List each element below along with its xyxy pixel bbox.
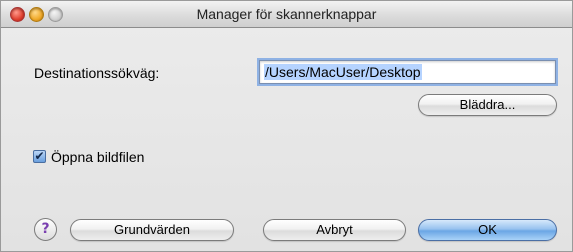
- open-file-label[interactable]: Öppna bildfilen: [51, 149, 144, 165]
- destination-path-input[interactable]: /Users/MacUser/Desktop: [259, 60, 556, 84]
- help-icon[interactable]: ?: [34, 218, 57, 241]
- window-title: Manager för skannerknappar: [196, 6, 377, 22]
- open-file-checkbox[interactable]: ✔: [33, 150, 46, 163]
- ok-button[interactable]: OK: [418, 219, 557, 241]
- cancel-button[interactable]: Avbryt: [263, 219, 406, 241]
- browse-button[interactable]: Bläddra...: [418, 94, 557, 116]
- dialog-window: Manager för skannerknappar Destinationss…: [0, 0, 573, 252]
- destination-label: Destinationssökväg:: [34, 65, 160, 81]
- defaults-button[interactable]: Grundvärden: [70, 219, 234, 241]
- title-bar: Manager för skannerknappar: [1, 1, 572, 28]
- destination-path-value: /Users/MacUser/Desktop: [264, 64, 422, 80]
